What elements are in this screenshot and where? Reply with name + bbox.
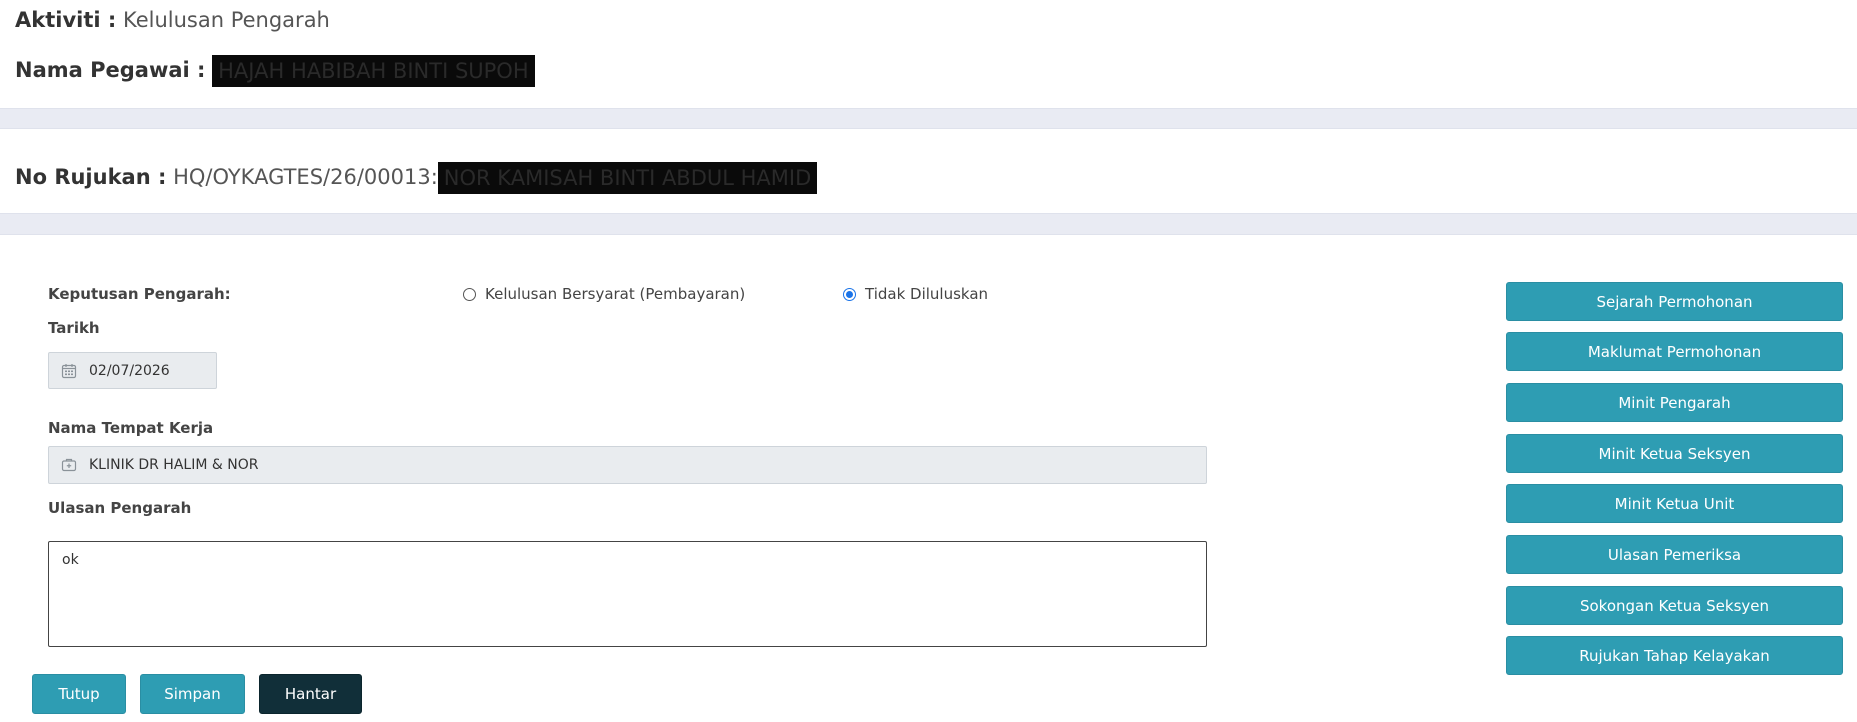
radio-button[interactable] (463, 287, 476, 301)
radio-not-approved[interactable]: Tidak Diluluskan (843, 285, 988, 303)
date-value: 02/07/2026 (89, 362, 170, 379)
comment-textarea[interactable]: ok (48, 541, 1207, 647)
comment-value: ok (62, 552, 79, 568)
side-button-director-minutes[interactable]: Minit Pengarah (1506, 383, 1843, 422)
reference-number: HQ/OYKAGTES/26/00013: (173, 165, 438, 189)
radio-label: Tidak Diluluskan (865, 285, 989, 303)
side-button-unit-head-minutes[interactable]: Minit Ketua Unit (1506, 484, 1843, 523)
calendar-icon (61, 363, 77, 379)
reference-line: No Rujukan : HQ/OYKAGTES/26/00013: NOR KA… (15, 162, 818, 194)
side-button-application-info[interactable]: Maklumat Permohonan (1506, 332, 1843, 371)
reference-label: No Rujukan : (15, 165, 167, 189)
reference-name-redacted: NOR KAMISAH BINTI ABDUL HAMID (437, 162, 818, 194)
date-field[interactable]: 02/07/2026 (48, 352, 217, 389)
side-button-application-history[interactable]: Sejarah Permohonan (1506, 282, 1843, 321)
close-button[interactable]: Tutup (32, 674, 126, 714)
submit-button[interactable]: Hantar (259, 674, 362, 714)
officer-label: Nama Pegawai : (15, 58, 206, 82)
side-button-eligibility-reference[interactable]: Rujukan Tahap Kelayakan (1506, 636, 1843, 675)
workplace-label: Nama Tempat Kerja (48, 419, 214, 437)
radio-conditional-approval[interactable]: Kelulusan Bersyarat (Pembayaran) (463, 285, 745, 303)
radio-button-selected[interactable] (843, 287, 856, 301)
workplace-field[interactable]: KLINIK DR HALIM & NOR (48, 446, 1207, 484)
page-header: Aktiviti : Kelulusan Pengarah Nama Pegaw… (0, 0, 1857, 108)
reference-block: No Rujukan : HQ/OYKAGTES/26/00013: NOR KA… (0, 129, 1857, 213)
activity-label: Aktiviti : (15, 8, 117, 32)
workplace-value: KLINIK DR HALIM & NOR (89, 457, 259, 473)
date-label: Tarikh (48, 319, 100, 337)
side-button-section-head-minutes[interactable]: Minit Ketua Seksyen (1506, 434, 1843, 473)
comment-label: Ulasan Pengarah (48, 499, 192, 517)
activity-value: Kelulusan Pengarah (122, 8, 330, 32)
side-button-inspector-review[interactable]: Ulasan Pemeriksa (1506, 535, 1843, 574)
side-button-section-head-support[interactable]: Sokongan Ketua Seksyen (1506, 586, 1843, 625)
medical-kit-icon (61, 457, 77, 473)
section-divider (0, 213, 1857, 235)
section-divider (0, 108, 1857, 129)
approval-form: Keputusan Pengarah: Kelulusan Bersyarat … (0, 235, 1857, 722)
officer-name-redacted: HAJAH HABIBAH BINTI SUPOH (212, 55, 535, 87)
activity-line: Aktiviti : Kelulusan Pengarah (15, 8, 330, 32)
save-button[interactable]: Simpan (140, 674, 245, 714)
decision-label: Keputusan Pengarah: (48, 285, 231, 303)
radio-label: Kelulusan Bersyarat (Pembayaran) (485, 285, 746, 303)
officer-line: Nama Pegawai : HAJAH HABIBAH BINTI SUPOH (15, 55, 535, 87)
